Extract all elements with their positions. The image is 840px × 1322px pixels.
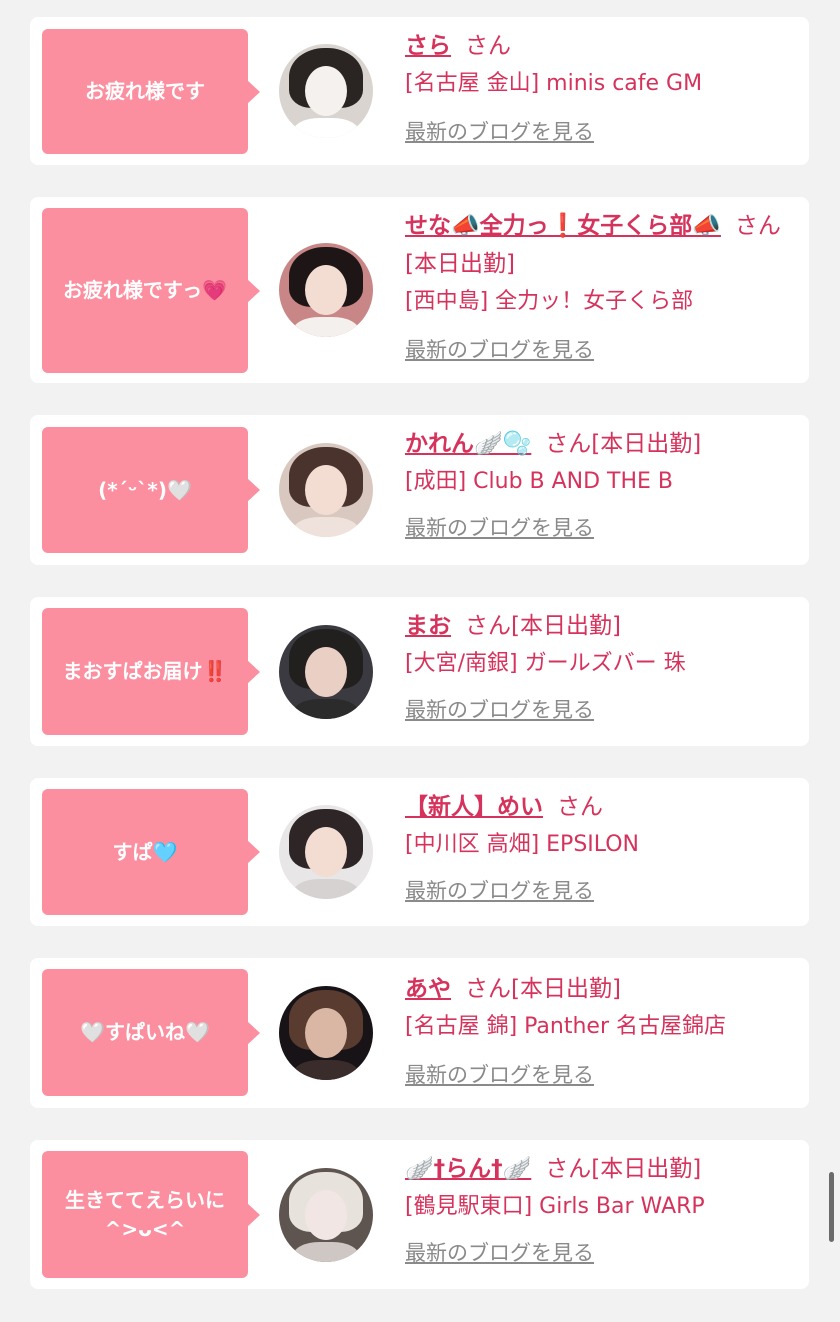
message-text: (*ˊᵕˋ*)🤍 [98, 477, 192, 502]
name-suffix: さん[本日出勤] [545, 1156, 702, 1182]
latest-blog-link[interactable]: 最新のブログを見る [405, 1056, 797, 1094]
girl-name-link[interactable]: まお [405, 613, 451, 639]
message-text: 生きててえらいに ^>ᴗ<^ [65, 1187, 225, 1241]
post-card: お疲れ様ですっ💗 せな📣全力っ❗️女子くら部📣 さん[本日出勤] [西中島] 全力… [30, 197, 809, 383]
post-card: まおすぱお届け‼️ まお さん[本日出勤] [大宮/南銀] ガールズバー 珠 最新… [30, 597, 809, 746]
shop-name: [鶴見駅東口] Girls Bar WARP [405, 1194, 705, 1219]
post-info: 【新人】めい さん [中川区 高畑] EPSILON 最新のブログを見る [405, 788, 797, 910]
avatar[interactable] [279, 1168, 373, 1262]
girl-name-link[interactable]: かれん🪽🫧 [405, 431, 531, 457]
post-card: お疲れ様です さら さん [名古屋 金山] minis cafe GM 最新のブロ… [30, 17, 809, 165]
post-info: かれん🪽🫧 さん[本日出勤] [成田] Club B AND THE B 最新のブ… [405, 425, 797, 547]
avatar[interactable] [279, 243, 373, 337]
message-text: まおすぱお届け‼️ [62, 659, 228, 683]
avatar[interactable] [279, 986, 373, 1080]
post-info: まお さん[本日出勤] [大宮/南銀] ガールズバー 珠 最新のブログを見る [405, 607, 797, 729]
name-suffix: さん [465, 33, 511, 59]
post-card: 生きててえらいに ^>ᴗ<^ 🪽†らん†🪽 さん[本日出勤] [鶴見駅東口] Gi… [30, 1140, 809, 1289]
latest-blog-link[interactable]: 最新のブログを見る [405, 872, 797, 910]
name-suffix: さん[本日出勤] [465, 976, 621, 1002]
avatar[interactable] [279, 625, 373, 719]
message-bubble: (*ˊᵕˋ*)🤍 [42, 427, 260, 553]
girl-name-link[interactable]: 🪽†らん†🪽 [405, 1156, 531, 1182]
name-suffix: さん[本日出勤] [545, 431, 702, 457]
avatar[interactable] [279, 443, 373, 537]
message-text: お疲れ様です [85, 79, 205, 103]
shop-name: [西中島] 全力ッ！女子くら部 [405, 289, 694, 314]
shop-name: [名古屋 錦] Panther 名古屋錦店 [405, 1014, 726, 1039]
message-bubble: 🤍すぱいね🤍 [42, 969, 260, 1096]
latest-blog-link[interactable]: 最新のブログを見る [405, 691, 797, 729]
message-bubble: すぱ🩵 [42, 789, 260, 915]
latest-blog-link[interactable]: 最新のブログを見る [405, 1234, 797, 1272]
girl-name-link[interactable]: あや [405, 976, 451, 1002]
shop-name: [名古屋 金山] minis cafe GM [405, 71, 703, 96]
girl-name-link[interactable]: せな📣全力っ❗️女子くら部📣 [405, 213, 721, 239]
post-info: 🪽†らん†🪽 さん[本日出勤] [鶴見駅東口] Girls Bar WARP 最新… [405, 1150, 797, 1272]
name-suffix: さん[本日出勤] [465, 613, 621, 639]
avatar[interactable] [279, 805, 373, 899]
message-bubble: お疲れ様ですっ💗 [42, 208, 260, 373]
shop-name: [成田] Club B AND THE B [405, 469, 674, 494]
latest-blog-link[interactable]: 最新のブログを見る [405, 113, 797, 151]
post-info: あや さん[本日出勤] [名古屋 錦] Panther 名古屋錦店 最新のブログを… [405, 970, 797, 1094]
message-bubble: お疲れ様です [42, 29, 260, 154]
latest-blog-link[interactable]: 最新のブログを見る [405, 331, 797, 369]
post-card: すぱ🩵 【新人】めい さん [中川区 高畑] EPSILON 最新のブログを見る [30, 778, 809, 926]
message-bubble: まおすぱお届け‼️ [42, 608, 260, 735]
avatar[interactable] [279, 44, 373, 138]
latest-blog-link[interactable]: 最新のブログを見る [405, 509, 797, 547]
message-text: お疲れ様ですっ💗 [62, 278, 228, 302]
post-card: (*ˊᵕˋ*)🤍 かれん🪽🫧 さん[本日出勤] [成田] Club B AND T… [30, 415, 809, 565]
girl-name-link[interactable]: さら [405, 33, 451, 59]
girl-name-link[interactable]: 【新人】めい [405, 794, 543, 820]
post-info: さら さん [名古屋 金山] minis cafe GM 最新のブログを見る [405, 27, 797, 151]
post-info: せな📣全力っ❗️女子くら部📣 さん[本日出勤] [西中島] 全力ッ！女子くら部 最… [405, 207, 797, 369]
shop-name: [中川区 高畑] EPSILON [405, 832, 640, 857]
scrollbar-thumb[interactable] [829, 1172, 834, 1242]
post-card: 🤍すぱいね🤍 あや さん[本日出勤] [名古屋 錦] Panther 名古屋錦店 … [30, 958, 809, 1108]
name-suffix: さん [557, 794, 603, 820]
message-text: すぱ🩵 [112, 839, 178, 864]
shop-name: [大宮/南銀] ガールズバー 珠 [405, 651, 686, 676]
message-text: 🤍すぱいね🤍 [80, 1020, 210, 1044]
message-bubble: 生きててえらいに ^>ᴗ<^ [42, 1151, 260, 1278]
